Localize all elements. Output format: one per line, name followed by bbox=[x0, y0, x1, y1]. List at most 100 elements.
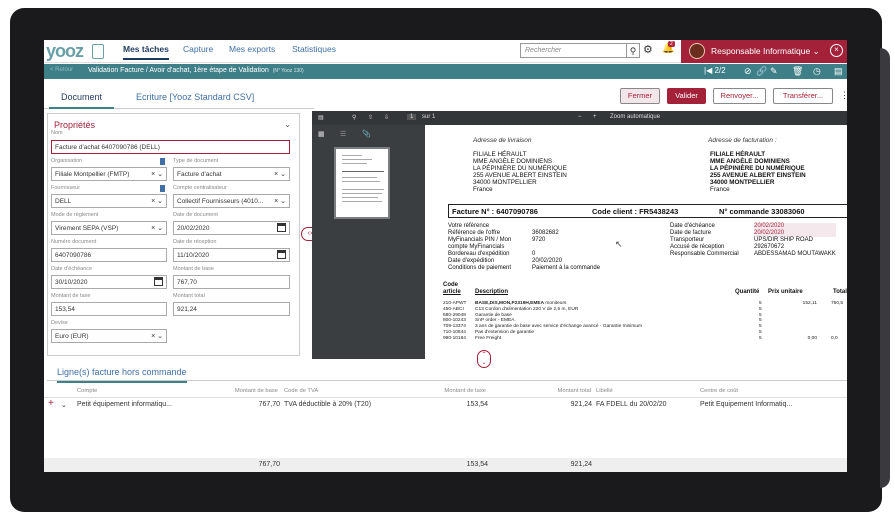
pdf-viewer: ▤ ⚲ ⇧ ⇩ 1 sur 1 − + Zoom automatique ▦ ☰… bbox=[312, 111, 847, 359]
arrow-down-icon[interactable]: ⇩ bbox=[384, 114, 389, 121]
renvoyer-button[interactable]: Renvoyer... bbox=[713, 88, 766, 104]
transferer-button[interactable]: Transférer... bbox=[773, 88, 833, 104]
cell-montant-total[interactable]: 921,24 bbox=[534, 401, 592, 408]
search-input[interactable]: Rechercher bbox=[520, 43, 627, 58]
mode-label: Mode de règlement bbox=[51, 212, 99, 218]
flag-icon bbox=[160, 185, 165, 192]
valider-button[interactable]: Valider bbox=[667, 88, 706, 104]
zoom-select[interactable]: Zoom automatique bbox=[610, 114, 660, 120]
mode-select[interactable]: Virement SEPA (VSP) × ⌄ bbox=[51, 221, 167, 235]
type-select[interactable]: Facture d'achat × ⌄ bbox=[173, 167, 290, 181]
date-document-label: Date de document bbox=[173, 212, 218, 218]
nav-statistiques[interactable]: Statistiques bbox=[292, 44, 336, 54]
date-echeance-field[interactable]: 30/10/2020 bbox=[51, 275, 167, 289]
table-row[interactable]: + ⌄ Petit équipement informatiqu... 767,… bbox=[44, 398, 847, 413]
link-icon[interactable]: 🔗 bbox=[756, 66, 767, 77]
arrow-up-icon[interactable]: ⇧ bbox=[368, 114, 373, 121]
calendar-icon[interactable] bbox=[154, 277, 163, 286]
montant-taxe-field[interactable]: 153,54 bbox=[51, 302, 167, 316]
col-total: Total bbox=[833, 289, 847, 295]
search-icon[interactable]: ⚲ bbox=[352, 114, 356, 121]
nav-mes-taches[interactable]: Mes tâches bbox=[123, 44, 169, 60]
edit-icon[interactable]: ✎ bbox=[770, 66, 778, 77]
organisation-select[interactable]: Filiale Montpellier (FMTP) × ⌄ bbox=[51, 167, 167, 181]
col-montant-base: Montant de base bbox=[234, 388, 278, 394]
zoom-in-icon[interactable]: + bbox=[593, 114, 597, 120]
zoom-out-icon[interactable]: − bbox=[578, 114, 582, 120]
montant-total-field[interactable]: 921,24 bbox=[173, 302, 290, 316]
page-number-input[interactable]: 1 bbox=[407, 114, 417, 120]
tab-document[interactable]: Document bbox=[49, 92, 115, 109]
montant-base-label: Montant de base bbox=[173, 266, 214, 272]
montant-base-field[interactable]: 767,70 bbox=[173, 275, 290, 289]
search-icon[interactable]: ⚲ bbox=[627, 43, 640, 58]
code-label: Code bbox=[443, 282, 458, 288]
layout-icon[interactable]: ▤ bbox=[834, 66, 843, 77]
calendar-icon[interactable] bbox=[277, 250, 286, 259]
viewer-toolbar: ▤ ⚲ ⇧ ⇩ 1 sur 1 − + Zoom automatique bbox=[312, 111, 847, 125]
logo[interactable]: yooz bbox=[46, 41, 84, 62]
tab-bar: Document Ecriture [Yooz Standard CSV] bbox=[44, 81, 314, 109]
page-count: sur 1 bbox=[422, 114, 436, 120]
list-icon[interactable]: ☰ bbox=[340, 130, 346, 138]
cell-montant-taxe[interactable]: 153,54 bbox=[429, 401, 488, 408]
sidebar-toggle-icon[interactable]: ▤ bbox=[318, 114, 324, 121]
user-name: Responsable Informatique bbox=[711, 46, 811, 56]
montant-total-label: Montant total bbox=[173, 293, 205, 299]
clock-icon[interactable]: ◷ bbox=[813, 66, 821, 77]
cell-montant-base[interactable]: 767,70 bbox=[224, 401, 280, 408]
col-montant-taxe: Montant de taxe bbox=[444, 388, 486, 394]
total-montant-total: 921,24 bbox=[570, 461, 592, 468]
grid-icon[interactable]: ▦ bbox=[318, 130, 325, 138]
fermer-button[interactable]: Fermer bbox=[620, 88, 660, 104]
invoice-quantities: 5555555 bbox=[759, 301, 762, 341]
date-reception-field[interactable]: 11/10/2020 bbox=[173, 248, 290, 262]
invoice-left-values: 36082682 9720 0 20/02/2020 Paiement à la co… bbox=[532, 230, 601, 271]
cell-code-tva[interactable]: TVA déductible à 20% (T20) bbox=[284, 401, 371, 408]
pager-control[interactable]: |◀ 2/2 bbox=[704, 66, 726, 75]
cell-compte[interactable]: Petit équipement informatiqu... bbox=[77, 401, 172, 408]
cell-libelle[interactable]: FA FDELL du 20/02/20 bbox=[596, 401, 667, 408]
no-entry-icon[interactable]: ⊘ bbox=[744, 66, 752, 77]
compte-label: Compte centralisateur bbox=[173, 185, 227, 191]
invoice-codes: 210-APWT 450-ABCI 680-29048 800-10243 709-13… bbox=[443, 301, 467, 341]
fournisseur-select[interactable]: DELL × ⌄ bbox=[51, 194, 167, 208]
attachment-icon[interactable]: 📎 bbox=[362, 130, 371, 138]
nav-capture[interactable]: Capture bbox=[183, 44, 213, 54]
gear-icon[interactable]: ⚙ bbox=[643, 43, 653, 56]
invoice-header-box: Facture N° : 6407090786 Code client : FR… bbox=[448, 204, 847, 218]
invoice-document: Adresse de livraison Adresse de facturat… bbox=[425, 125, 847, 359]
avatar bbox=[689, 43, 705, 59]
nom-field[interactable]: Facture d'achat 6407090786 (DELL) bbox=[51, 140, 290, 154]
invoice-totals: 760,5 0,0 bbox=[831, 301, 844, 341]
add-icon[interactable]: + bbox=[48, 398, 54, 409]
cell-centre-cout[interactable]: Petit Equipement Informatiq... bbox=[700, 401, 792, 408]
back-link[interactable]: < Retour bbox=[50, 67, 73, 73]
date-reception-label: Date de réception bbox=[173, 239, 217, 245]
chevron-down-icon: ⌄ bbox=[812, 46, 820, 56]
facturation-label: Adresse de facturation : bbox=[708, 137, 777, 144]
date-document-field[interactable]: 20/02/2020 bbox=[173, 221, 290, 235]
numero-field[interactable]: 6407090786 bbox=[51, 248, 167, 262]
lines-table-header: Compte Montant de base Code de TVA Monta… bbox=[44, 385, 847, 398]
devise-select[interactable]: Euro (EUR) × ⌄ bbox=[51, 329, 167, 343]
tab-ecriture[interactable]: Ecriture [Yooz Standard CSV] bbox=[136, 92, 254, 102]
compte-select[interactable]: Collectif Fournisseurs (4010... × ⌄ bbox=[173, 194, 290, 208]
more-icon[interactable]: ⋮ bbox=[840, 90, 847, 101]
date-echeance-label: Date d'échéance bbox=[51, 266, 93, 272]
top-navbar: yooz Mes tâches Capture Mes exports Stat… bbox=[44, 40, 847, 63]
close-icon[interactable]: × bbox=[830, 44, 843, 57]
livraison-address: FILIALE HÉRAULT MME ANGÈLE DOMINIENS LA PÉ… bbox=[473, 151, 567, 193]
user-menu[interactable]: Responsable Informatique ⌄ × bbox=[681, 40, 847, 63]
trash-icon[interactable]: 🗑 bbox=[792, 66, 803, 77]
flag-icon bbox=[160, 158, 165, 165]
properties-panel: Propriétés ⌄ Nom Facture d'achat 6407090… bbox=[47, 113, 300, 356]
nav-mes-exports[interactable]: Mes exports bbox=[229, 44, 275, 54]
chevron-down-icon[interactable]: ⌄ bbox=[61, 401, 67, 409]
page-thumbnail[interactable] bbox=[334, 147, 390, 219]
total-montant-taxe: 153,54 bbox=[466, 461, 488, 468]
col-libelle: Libellé bbox=[596, 388, 613, 394]
chevron-down-icon[interactable]: ⌄ bbox=[284, 120, 291, 129]
calendar-icon[interactable] bbox=[277, 223, 286, 232]
app-screen: yooz Mes tâches Capture Mes exports Stat… bbox=[44, 40, 847, 472]
